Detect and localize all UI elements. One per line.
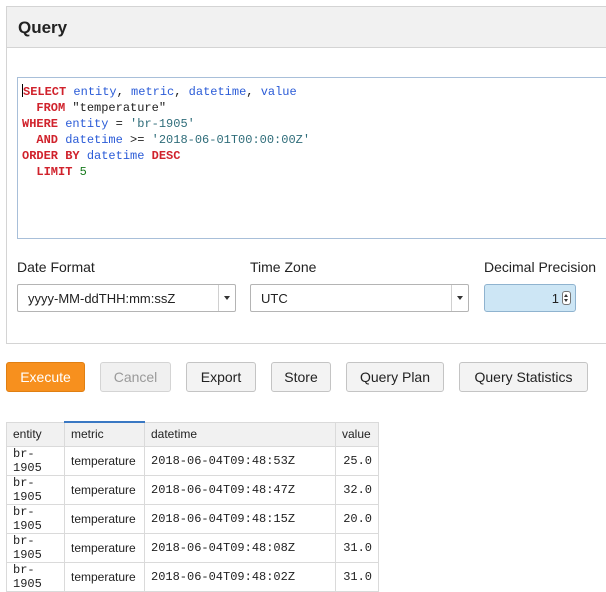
export-button[interactable]: Export [186,362,256,392]
code-token: datetime [65,133,123,147]
code-token: '2018-06-01T00:00:00Z' [151,133,311,147]
code-token: datetime [86,149,145,163]
code-token: WHERE [22,117,59,131]
column-header-datetime[interactable]: datetime [144,421,336,447]
code-line: ORDER BY datetime DESC [22,149,180,163]
cell-value: 31.0 [335,561,379,592]
cell-entity: br-1905 [6,474,65,505]
decimal-precision-label: Decimal Precision [484,259,597,275]
chevron-down-icon [218,285,235,311]
table-row: br-1905 temperature 2018-06-04T09:48:15Z 20… [6,503,379,534]
column-header-entity[interactable]: entity [6,421,65,447]
cell-metric: temperature [64,503,145,534]
code-line: AND datetime >= '2018-06-01T00:00:00Z' [22,133,310,147]
code-token: 'br-1905' [130,117,195,131]
cell-value: 31.0 [335,532,379,563]
decimal-precision-input[interactable]: 1 [484,284,576,312]
date-format-label: Date Format [17,259,95,275]
table-row: br-1905 temperature 2018-06-04T09:48:53Z 25… [6,445,379,476]
code-token: LIMIT [36,165,73,179]
date-format-value: yyyy-MM-ddTHH:mm:ssZ [28,291,176,306]
code-line: WHERE entity = 'br-1905' [22,117,195,131]
code-token: FROM [36,101,66,115]
code-line: FROM "temperature" [22,101,166,115]
cell-value: 32.0 [335,474,379,505]
code-token: entity [73,85,117,99]
cell-value: 25.0 [335,445,379,476]
code-token: datetime [188,85,247,99]
spinner-icon[interactable] [562,291,571,305]
cell-datetime: 2018-06-04T09:48:15Z [144,503,336,534]
cell-metric: temperature [64,445,145,476]
column-header-metric[interactable]: metric [64,421,145,447]
cell-metric: temperature [64,474,145,505]
time-zone-value: UTC [261,291,288,306]
code-token: entity [65,117,109,131]
code-token: metric [131,85,175,99]
code-token: value [260,85,297,99]
date-format-select[interactable]: yyyy-MM-ddTHH:mm:ssZ [17,284,236,312]
sql-editor[interactable]: SELECT entity, metric, datetime, value F… [17,77,606,239]
code-token: >= [122,133,152,147]
query-plan-button[interactable]: Query Plan [346,362,444,392]
table-header-row: entity metric datetime value [6,421,379,447]
cell-entity: br-1905 [6,445,65,476]
query-statistics-button[interactable]: Query Statistics [459,362,588,392]
code-token: , [116,85,132,99]
time-zone-select[interactable]: UTC [250,284,469,312]
table-row: br-1905 temperature 2018-06-04T09:48:08Z 31… [6,532,379,563]
cell-datetime: 2018-06-04T09:48:02Z [144,561,336,592]
chevron-down-icon [451,285,468,311]
sql-code[interactable]: SELECT entity, metric, datetime, value F… [18,78,606,180]
table-row: br-1905 temperature 2018-06-04T09:48:47Z 32… [6,474,379,505]
code-token: DESC [151,149,181,163]
store-button[interactable]: Store [271,362,331,392]
cell-datetime: 2018-06-04T09:48:08Z [144,532,336,563]
column-header-value[interactable]: value [335,421,379,447]
code-token: , [246,85,261,99]
cell-datetime: 2018-06-04T09:48:47Z [144,474,336,505]
code-token: , [174,85,189,99]
cell-entity: br-1905 [6,532,65,563]
execute-button[interactable]: Execute [6,362,85,392]
cell-entity: br-1905 [6,503,65,534]
code-token: AND [36,133,59,147]
code-token: = [108,117,131,131]
panel-header: Query [7,7,606,48]
code-line: LIMIT 5 [22,165,87,179]
cell-metric: temperature [64,532,145,563]
cell-datetime: 2018-06-04T09:48:53Z [144,445,336,476]
cell-value: 20.0 [335,503,379,534]
decimal-precision-value: 1 [551,291,559,306]
time-zone-label: Time Zone [250,259,317,275]
cancel-button[interactable]: Cancel [100,362,171,392]
panel-title: Query [18,18,68,37]
code-token: 5 [79,165,87,179]
code-line: SELECT entity, metric, datetime, value [22,84,297,99]
code-token: SELECT [23,85,67,99]
cell-entity: br-1905 [6,561,65,592]
results-table: entity metric datetime value br-1905 temp… [6,421,379,592]
table-row: br-1905 temperature 2018-06-04T09:48:02Z 31… [6,561,379,592]
code-token: ORDER BY [22,149,80,163]
cell-metric: temperature [64,561,145,592]
code-token: "temperature" [65,101,167,115]
